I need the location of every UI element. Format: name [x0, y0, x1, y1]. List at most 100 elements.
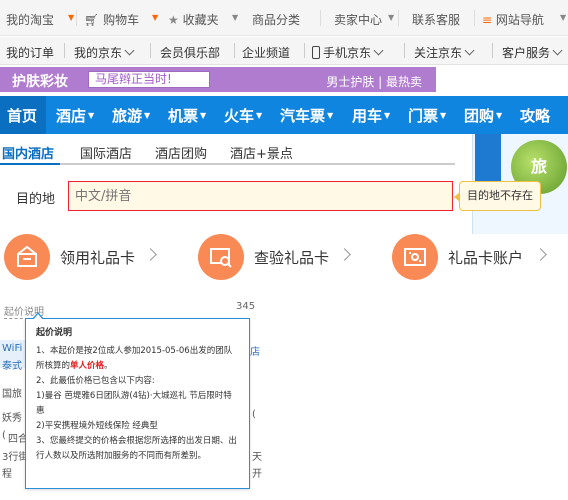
nav-label: 火车 — [224, 107, 255, 125]
tab-hotel-groupbuy[interactable]: 酒店团购 — [155, 143, 207, 162]
tooltip-line-1: 1、本起价是按2位成人参加2015-05-06出发的团队所核算的单人价格。 — [36, 344, 239, 374]
nav-item-tickets[interactable]: 门票 ▼ — [408, 105, 446, 126]
divider — [398, 10, 399, 26]
taobao-topbar: 我的淘宝 ▼ 🛒︎ 购物车 ▼ ★ 收藏夹 ▼ 商品分类 卖家中心 ▼ 联系客服… — [0, 0, 568, 36]
cart-link[interactable]: 🛒︎ 购物车 — [84, 11, 139, 28]
chevron-down-icon: ▼ — [327, 111, 334, 120]
favorites-link[interactable]: ★ 收藏夹 — [168, 11, 219, 28]
text-fragment: 天 — [252, 452, 262, 463]
nav-item-groupbuy[interactable]: 团购 ▼ — [464, 105, 502, 126]
text-fragment: ( — [2, 430, 6, 441]
chevron-down-icon: ▼ — [256, 111, 263, 120]
hotel-tabs: 国内酒店 国际酒店 酒店团购 酒店+景点 — [0, 141, 455, 165]
tag-fragment: WiFi — [2, 343, 23, 354]
my-jd-link[interactable]: 我的京东 — [74, 44, 135, 61]
destination-error-tooltip: 目的地不存在 — [454, 181, 541, 211]
site-nav-link[interactable]: ≡ 网站导航 — [482, 11, 544, 28]
text-fragment: 开 — [252, 469, 262, 480]
jd-topbar: 我的订单 我的京东 会员俱乐部 企业频道 手机京东 关注京东 客户服务 — [0, 37, 568, 65]
member-club-link[interactable]: 会员俱乐部 — [160, 44, 220, 61]
text-fragment: 程 — [2, 469, 12, 480]
chevron-down-icon: ▼ — [200, 111, 207, 120]
text-fragment: 店 — [250, 347, 260, 358]
destination-label: 目的地 — [16, 192, 56, 207]
nav-label: 门票 — [408, 107, 439, 125]
tag-fragment: 泰式 — [2, 361, 22, 372]
tooltip-line-5: 3、您最终提交的价格会根据您所选择的出发日期、出行人数以及所选附加服务的不同而有… — [36, 436, 237, 461]
card-check-icon — [198, 234, 244, 280]
text-fragment: ( — [252, 409, 256, 420]
tab-international-hotel[interactable]: 国际酒店 — [80, 143, 132, 162]
promo-links[interactable]: 男士护肤 | 最热卖 — [326, 73, 422, 90]
chevron-down-icon[interactable]: ▼ — [152, 13, 158, 22]
menu-icon: ≡ — [482, 13, 493, 27]
price-number: 345 — [236, 301, 256, 312]
chevron-right-icon — [534, 248, 547, 261]
service-link[interactable]: 客户服务 — [502, 44, 563, 61]
chevron-down-icon — [124, 45, 135, 56]
chevron-down-icon — [373, 45, 384, 56]
active-tab-indicator — [0, 163, 60, 165]
gift-card-account-label: 礼品卡账户 — [448, 249, 524, 267]
nav-item-train[interactable]: 火车 ▼ — [224, 105, 262, 126]
tooltip-text: 1、本起价是按2位成人参加2015-05-06出发的团队所核算的 — [36, 346, 233, 371]
chevron-down-icon: ▼ — [144, 111, 151, 120]
nav-item-home[interactable]: 首页 — [7, 105, 37, 126]
tab-hotel-plus-sight[interactable]: 酒店+景点 — [230, 143, 293, 162]
chevron-down-icon[interactable]: ▼ — [560, 13, 566, 22]
my-order-link[interactable]: 我的订单 — [6, 44, 54, 61]
nav-item-guide[interactable]: 攻略 — [520, 105, 550, 126]
nav-label: 汽车票 — [280, 107, 326, 125]
destination-input[interactable] — [68, 181, 453, 211]
contact-link[interactable]: 联系客服 — [412, 11, 460, 28]
check-gift-card[interactable]: 查验礼品卡 — [198, 234, 358, 280]
text-fragment: 国旅 — [2, 389, 22, 400]
claim-gift-card[interactable]: 领用礼品卡 — [4, 234, 164, 280]
nav-item-hotel[interactable]: 酒店 ▼ — [56, 105, 94, 126]
divider — [474, 10, 475, 26]
my-taobao-link[interactable]: 我的淘宝 — [6, 11, 54, 28]
follow-jd-link[interactable]: 关注京东 — [414, 44, 475, 61]
nav-item-car[interactable]: 用车 ▼ — [352, 105, 390, 126]
nav-item-travel[interactable]: 旅游 ▼ — [112, 105, 150, 126]
promo-title[interactable]: 护肤彩妆 — [12, 71, 68, 91]
chevron-down-icon: ▼ — [384, 111, 391, 120]
tab-domestic-hotel[interactable]: 国内酒店 — [2, 143, 54, 162]
star-icon: ★ — [168, 13, 179, 27]
chevron-down-icon[interactable]: ▼ — [68, 13, 74, 22]
divider — [320, 10, 321, 26]
follow-jd-label: 关注京东 — [414, 46, 463, 60]
seller-center-link[interactable]: 卖家中心 — [334, 11, 382, 28]
tooltip-line-2: 2、此最低价格已包含以下内容: — [36, 376, 155, 386]
tooltip-line-3: 1)曼谷 芭堤雅6日团队游(4钻)·大城巡礼 节后限时特惠 — [36, 391, 232, 416]
site-nav-label: 网站导航 — [495, 13, 544, 27]
check-gift-card-label: 查验礼品卡 — [254, 249, 330, 267]
chevron-down-icon: ▼ — [496, 111, 503, 120]
my-jd-label: 我的京东 — [74, 46, 123, 60]
tooltip-highlight: 单人价格 — [70, 361, 105, 371]
mobile-jd-link[interactable]: 手机京东 — [312, 44, 384, 61]
tooltip-text: 。 — [104, 361, 113, 371]
divider — [76, 10, 77, 26]
categories-link[interactable]: 商品分类 — [252, 11, 300, 28]
promo-search-box[interactable]: 马尾辫正当时! — [88, 71, 210, 88]
gift-box-icon — [4, 234, 50, 280]
enterprise-link[interactable]: 企业频道 — [242, 44, 290, 61]
nav-item-flight[interactable]: 机票 ▼ — [168, 105, 206, 126]
text-fragment: 妖秀 — [2, 413, 22, 424]
chevron-down-icon: ▼ — [88, 111, 95, 120]
divider — [64, 43, 65, 58]
chevron-down-icon[interactable]: ▼ — [388, 13, 394, 22]
cart-icon: 🛒︎ — [84, 13, 100, 27]
chevron-down-icon — [464, 45, 475, 56]
nav-label: 旅游 — [112, 107, 143, 125]
nav-label: 机票 — [168, 107, 199, 125]
gift-card-account[interactable]: 礼品卡账户 — [392, 234, 562, 280]
favorites-label: 收藏夹 — [182, 13, 219, 27]
divider — [492, 43, 493, 58]
chevron-down-icon[interactable]: ▼ — [232, 13, 238, 22]
nav-item-bus[interactable]: 汽车票 ▼ — [280, 105, 333, 126]
nav-label: 酒店 — [56, 107, 87, 125]
phone-icon — [312, 46, 320, 59]
mobile-jd-label: 手机京东 — [323, 46, 372, 60]
